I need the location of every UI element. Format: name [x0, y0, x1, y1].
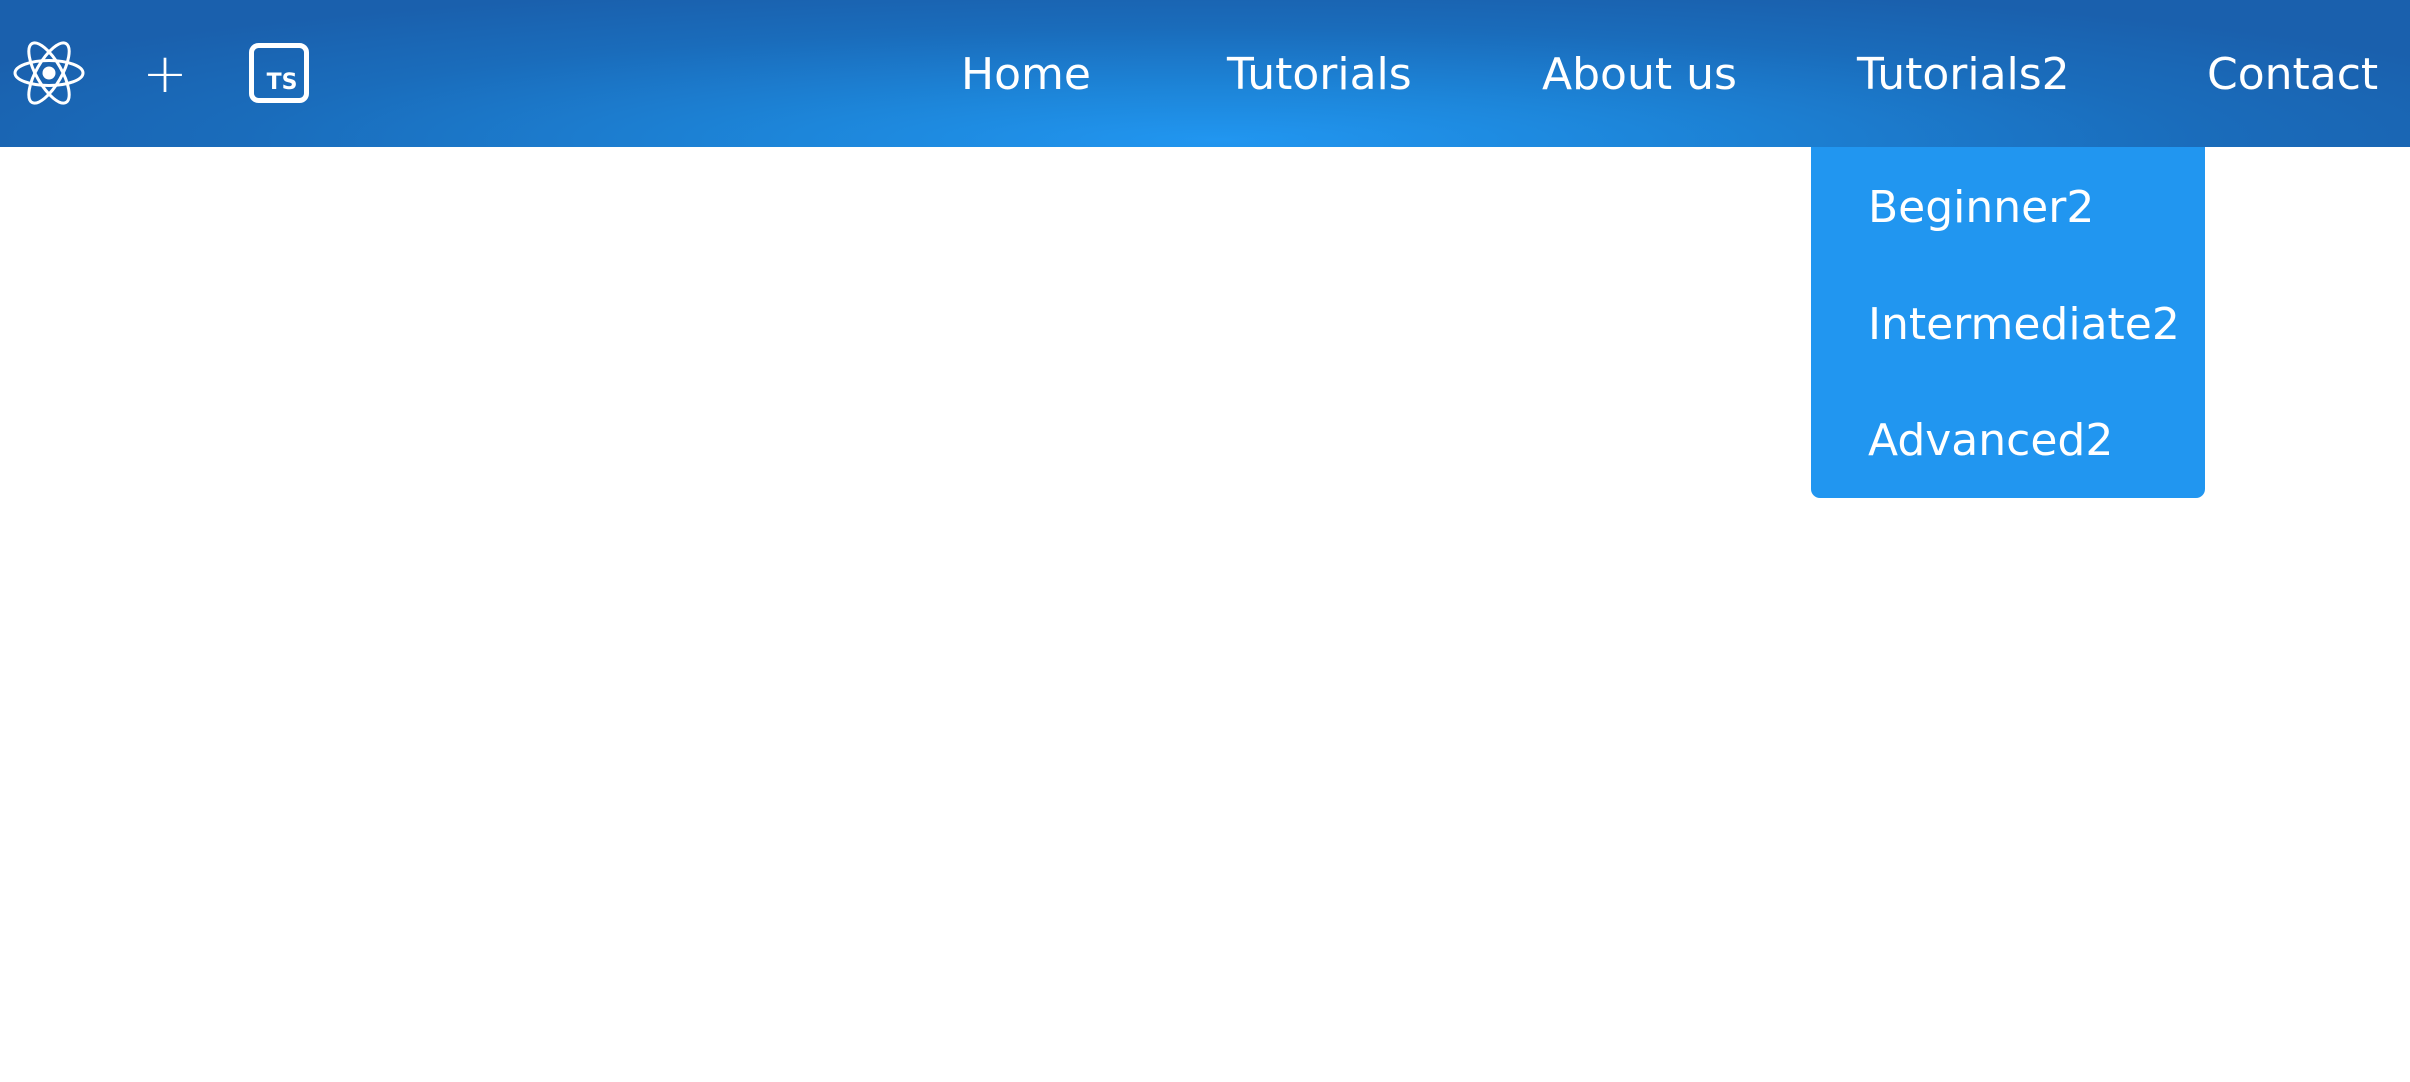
nav-link-tutorials2[interactable]: Tutorials2	[1857, 45, 2070, 105]
nav-link-tutorials[interactable]: Tutorials	[1227, 45, 1412, 105]
nav-link-home[interactable]: Home	[961, 45, 1091, 105]
nav-link-about-us[interactable]: About us	[1542, 45, 1737, 105]
top-navbar: + TS Home Tutorials About us Tutorials2 …	[0, 0, 2410, 147]
dropdown-item-intermediate2[interactable]: Intermediate2	[1868, 295, 2180, 355]
tutorials2-dropdown-menu: Beginner2 Intermediate2 Advanced2	[1811, 147, 2205, 498]
typescript-logo-text: TS	[267, 70, 298, 95]
dropdown-item-advanced2[interactable]: Advanced2	[1868, 411, 2113, 471]
plus-icon[interactable]: +	[140, 44, 190, 104]
nav-link-contact[interactable]: Contact	[2207, 45, 2378, 105]
react-logo-icon[interactable]	[12, 40, 86, 106]
dropdown-item-beginner2[interactable]: Beginner2	[1868, 178, 2094, 238]
typescript-logo-icon[interactable]: TS	[249, 43, 309, 103]
